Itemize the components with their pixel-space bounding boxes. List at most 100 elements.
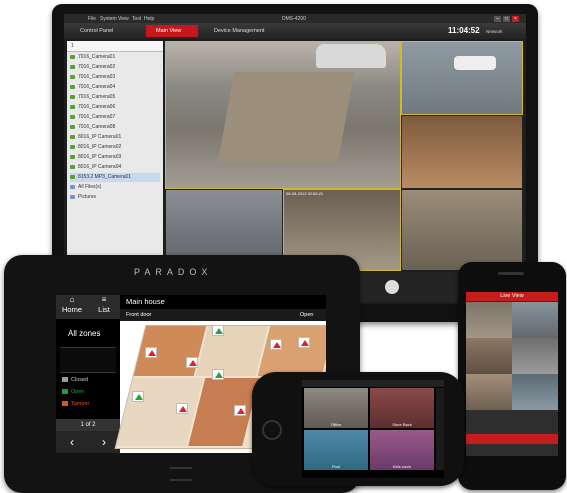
- tree-root[interactable]: 1: [67, 43, 74, 49]
- camera-label: 8016_IP Camera01: [78, 134, 122, 140]
- camera-item[interactable]: 7016_Camera08: [70, 123, 160, 132]
- camera-item[interactable]: 7016_Camera07: [70, 113, 160, 122]
- all-zones[interactable]: All zones: [68, 329, 100, 338]
- list-label: List: [98, 305, 110, 314]
- zone-state: Open: [300, 312, 314, 318]
- tab-device-management[interactable]: Device Management: [204, 25, 284, 37]
- camera-thumb[interactable]: [512, 302, 558, 338]
- page-indicator: 1 of 2: [56, 419, 120, 431]
- sensor-open[interactable]: [132, 391, 144, 402]
- brand-logo: PARADOX: [134, 267, 213, 277]
- open-sensor-icon: [135, 394, 143, 400]
- camera-label: 7016_Camera05: [78, 94, 116, 100]
- legend-closed: Closed: [62, 377, 88, 383]
- camera-thumb-office[interactable]: Office: [304, 388, 368, 428]
- menu-view[interactable]: View: [118, 16, 129, 22]
- sensor-tamper[interactable]: [234, 405, 246, 416]
- list-button[interactable]: ≡ List: [88, 295, 120, 319]
- legend-open: Open: [62, 389, 84, 395]
- alarm-sensor-icon: [301, 340, 309, 346]
- panel-title: Main house: [120, 295, 326, 309]
- camera-item-selected[interactable]: 8153.2 MP3_Camera01: [70, 173, 160, 182]
- camera-icon: [70, 95, 75, 99]
- play-icon[interactable]: [385, 280, 399, 294]
- open-sensor-icon: [215, 328, 223, 334]
- camera-view-street[interactable]: [401, 41, 523, 115]
- camera-thumb-kids[interactable]: Kids room: [370, 430, 434, 470]
- camera-label: 7016_Camera06: [78, 104, 116, 110]
- camera-icon: [70, 135, 75, 139]
- sensor-open[interactable]: [212, 325, 224, 336]
- speaker-grille: [498, 272, 524, 275]
- list-icon: ≡: [101, 295, 107, 304]
- camera-icon: [70, 165, 75, 169]
- menu-file[interactable]: File: [88, 16, 96, 22]
- home-key[interactable]: [170, 467, 192, 481]
- menu-help[interactable]: Help: [144, 16, 154, 22]
- camera-item[interactable]: 7016_Camera02: [70, 63, 160, 72]
- home-button[interactable]: ⌂ Home: [56, 295, 88, 319]
- maximize-icon[interactable]: □: [503, 16, 510, 22]
- sensor-tamper[interactable]: [145, 347, 157, 358]
- legend-open-label: Open: [71, 389, 85, 395]
- camera-item[interactable]: 7016_Camera05: [70, 93, 160, 102]
- camera-item[interactable]: 7016_Camera03: [70, 73, 160, 82]
- legend-tamper: Tamper: [62, 401, 89, 407]
- sensor-tamper[interactable]: [176, 403, 188, 414]
- camera-view-hall[interactable]: [401, 115, 523, 189]
- camera-item[interactable]: 7016_Camera06: [70, 103, 160, 112]
- live-view-header: Live View: [466, 292, 558, 301]
- prev-page-icon[interactable]: ‹: [56, 431, 88, 453]
- close-icon[interactable]: ×: [512, 16, 519, 22]
- files-item[interactable]: All Files(s): [70, 183, 160, 192]
- camera-icon: [70, 115, 75, 119]
- menu-bar: File System View Tool Help DMS-4200 – □ …: [64, 14, 526, 23]
- home-button-icon[interactable]: [262, 420, 282, 440]
- tab-main-view-label: Main View: [156, 28, 182, 34]
- camera-thumb[interactable]: [466, 338, 512, 374]
- bottom-toolbar[interactable]: [466, 434, 558, 444]
- camera-thumb[interactable]: [466, 374, 512, 410]
- sensor-tamper[interactable]: [298, 337, 310, 348]
- side-toolbar[interactable]: [436, 388, 444, 470]
- sensor-tamper[interactable]: [270, 339, 282, 350]
- camera-thumb[interactable]: [512, 374, 558, 410]
- camera-thumb-store[interactable]: Store Back: [370, 388, 434, 428]
- folder-icon: [70, 195, 75, 199]
- camera-icon: [70, 55, 75, 59]
- menu-system[interactable]: System: [100, 16, 117, 22]
- camera-icon: [70, 75, 75, 79]
- tamper-icon: [62, 401, 68, 407]
- camera-icon: [70, 175, 75, 179]
- camera-label: 7016_Camera02: [78, 64, 116, 70]
- camera-item[interactable]: 8016_IP Camera04: [70, 163, 160, 172]
- pictures-item[interactable]: Pictures: [70, 193, 160, 202]
- camera-item[interactable]: 8016_IP Camera03: [70, 153, 160, 162]
- camera-view-warehouse[interactable]: [401, 189, 523, 271]
- android-screen: Live View: [466, 292, 558, 456]
- camera-thumb[interactable]: [466, 302, 512, 338]
- sensor-open[interactable]: [212, 369, 224, 380]
- camera-view-main[interactable]: [165, 41, 401, 189]
- camera-icon: [70, 65, 75, 69]
- camera-icon: [70, 85, 75, 89]
- minimize-icon[interactable]: –: [494, 16, 501, 22]
- menu-tool[interactable]: Tool: [132, 16, 141, 22]
- sensor-tamper[interactable]: [186, 357, 198, 368]
- camera-label: 8153.2 MP3_Camera01: [78, 174, 132, 180]
- camera-label: 7016_Camera08: [78, 124, 116, 130]
- camera-label: 8016_IP Camera04: [78, 164, 122, 170]
- tab-main-view[interactable]: Main View: [146, 25, 198, 37]
- camera-item[interactable]: 7016_Camera01: [70, 53, 160, 62]
- camera-label: 8016_IP Camera03: [78, 154, 122, 160]
- camera-item[interactable]: 7016_Camera04: [70, 83, 160, 92]
- camera-thumb-pool[interactable]: Pool: [304, 430, 368, 470]
- main-house-title: Main house: [126, 297, 165, 306]
- camera-item[interactable]: 8016_IP Camera02: [70, 143, 160, 152]
- tab-control-panel[interactable]: Control Panel: [70, 25, 130, 37]
- camera-thumb[interactable]: [512, 338, 558, 374]
- files-label: All Files(s): [78, 184, 102, 190]
- open-sensor-icon: [215, 372, 223, 378]
- home-icon: ⌂: [69, 295, 75, 304]
- camera-item[interactable]: 8016_IP Camera01: [70, 133, 160, 142]
